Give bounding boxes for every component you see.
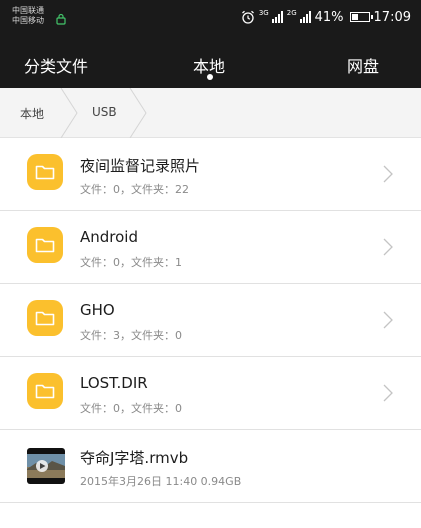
breadcrumb-separator-icon [129,88,147,138]
network-type-2: 2G [286,8,297,17]
carrier-info: 中国联通 中国移动 [12,6,44,26]
sim-lock-icon [56,13,66,25]
network-type-1: 3G [258,8,269,17]
breadcrumb-separator-icon [60,88,78,138]
breadcrumb: 本地 USB [0,88,421,138]
file-meta: 2015年3月26日 11:40 0.94GB [80,475,242,488]
status-bar: 中国联通 中国移动 3G 2G 41% 17:09 [0,0,421,34]
list-item-folder[interactable]: LOST.DIR 文件：0，文件夹：0 [0,357,421,430]
file-list: 夜间监督记录照片 文件：0，文件夹：22 Android 文件：0，文件夹：1 … [0,138,421,503]
file-meta: 文件：0，文件夹：22 [80,183,189,196]
list-item-folder[interactable]: GHO 文件：3，文件夹：0 [0,284,421,357]
battery-icon [349,12,373,22]
active-tab-indicator [207,74,213,80]
chevron-right-icon [383,384,393,402]
file-name: GHO [80,301,115,319]
file-name: Android [80,228,138,246]
tab-category-files[interactable]: 分类文件 [24,53,88,77]
file-meta: 文件：0，文件夹：0 [80,402,182,415]
chevron-right-icon [383,165,393,183]
carrier-2: 中国移动 [12,16,44,25]
file-name: 夜间监督记录照片 [80,157,201,175]
list-item-folder[interactable]: 夜间监督记录照片 文件：0，文件夹：22 [0,138,421,211]
status-icons: 3G 2G 41% 17:09 [241,7,411,27]
file-meta: 文件：3，文件夹：0 [80,329,182,342]
battery-level [351,14,358,20]
tab-cloud-drive[interactable]: 网盘 [347,53,379,77]
chevron-right-icon [383,311,393,329]
file-name: 夺命J字塔.rmvb [80,449,189,467]
breadcrumb-usb[interactable]: USB [92,105,117,119]
folder-icon [27,154,63,190]
folder-icon [27,227,63,263]
list-item-video[interactable]: 夺命J字塔.rmvb 2015年3月26日 11:40 0.94GB [0,430,421,503]
clock: 17:09 [373,9,411,25]
battery-percent: 41% [314,9,344,25]
breadcrumb-local[interactable]: 本地 [20,105,44,122]
signal-icon [271,11,283,23]
chevron-right-icon [383,238,393,256]
alarm-icon [241,10,254,24]
file-meta: 文件：0，文件夹：1 [80,256,182,269]
folder-icon [27,373,63,409]
folder-icon [27,300,63,336]
file-name: LOST.DIR [80,374,148,392]
carrier-1: 中国联通 [12,6,44,15]
video-thumbnail [27,448,65,484]
signal-icon [299,11,311,23]
list-item-folder[interactable]: Android 文件：0，文件夹：1 [0,211,421,284]
